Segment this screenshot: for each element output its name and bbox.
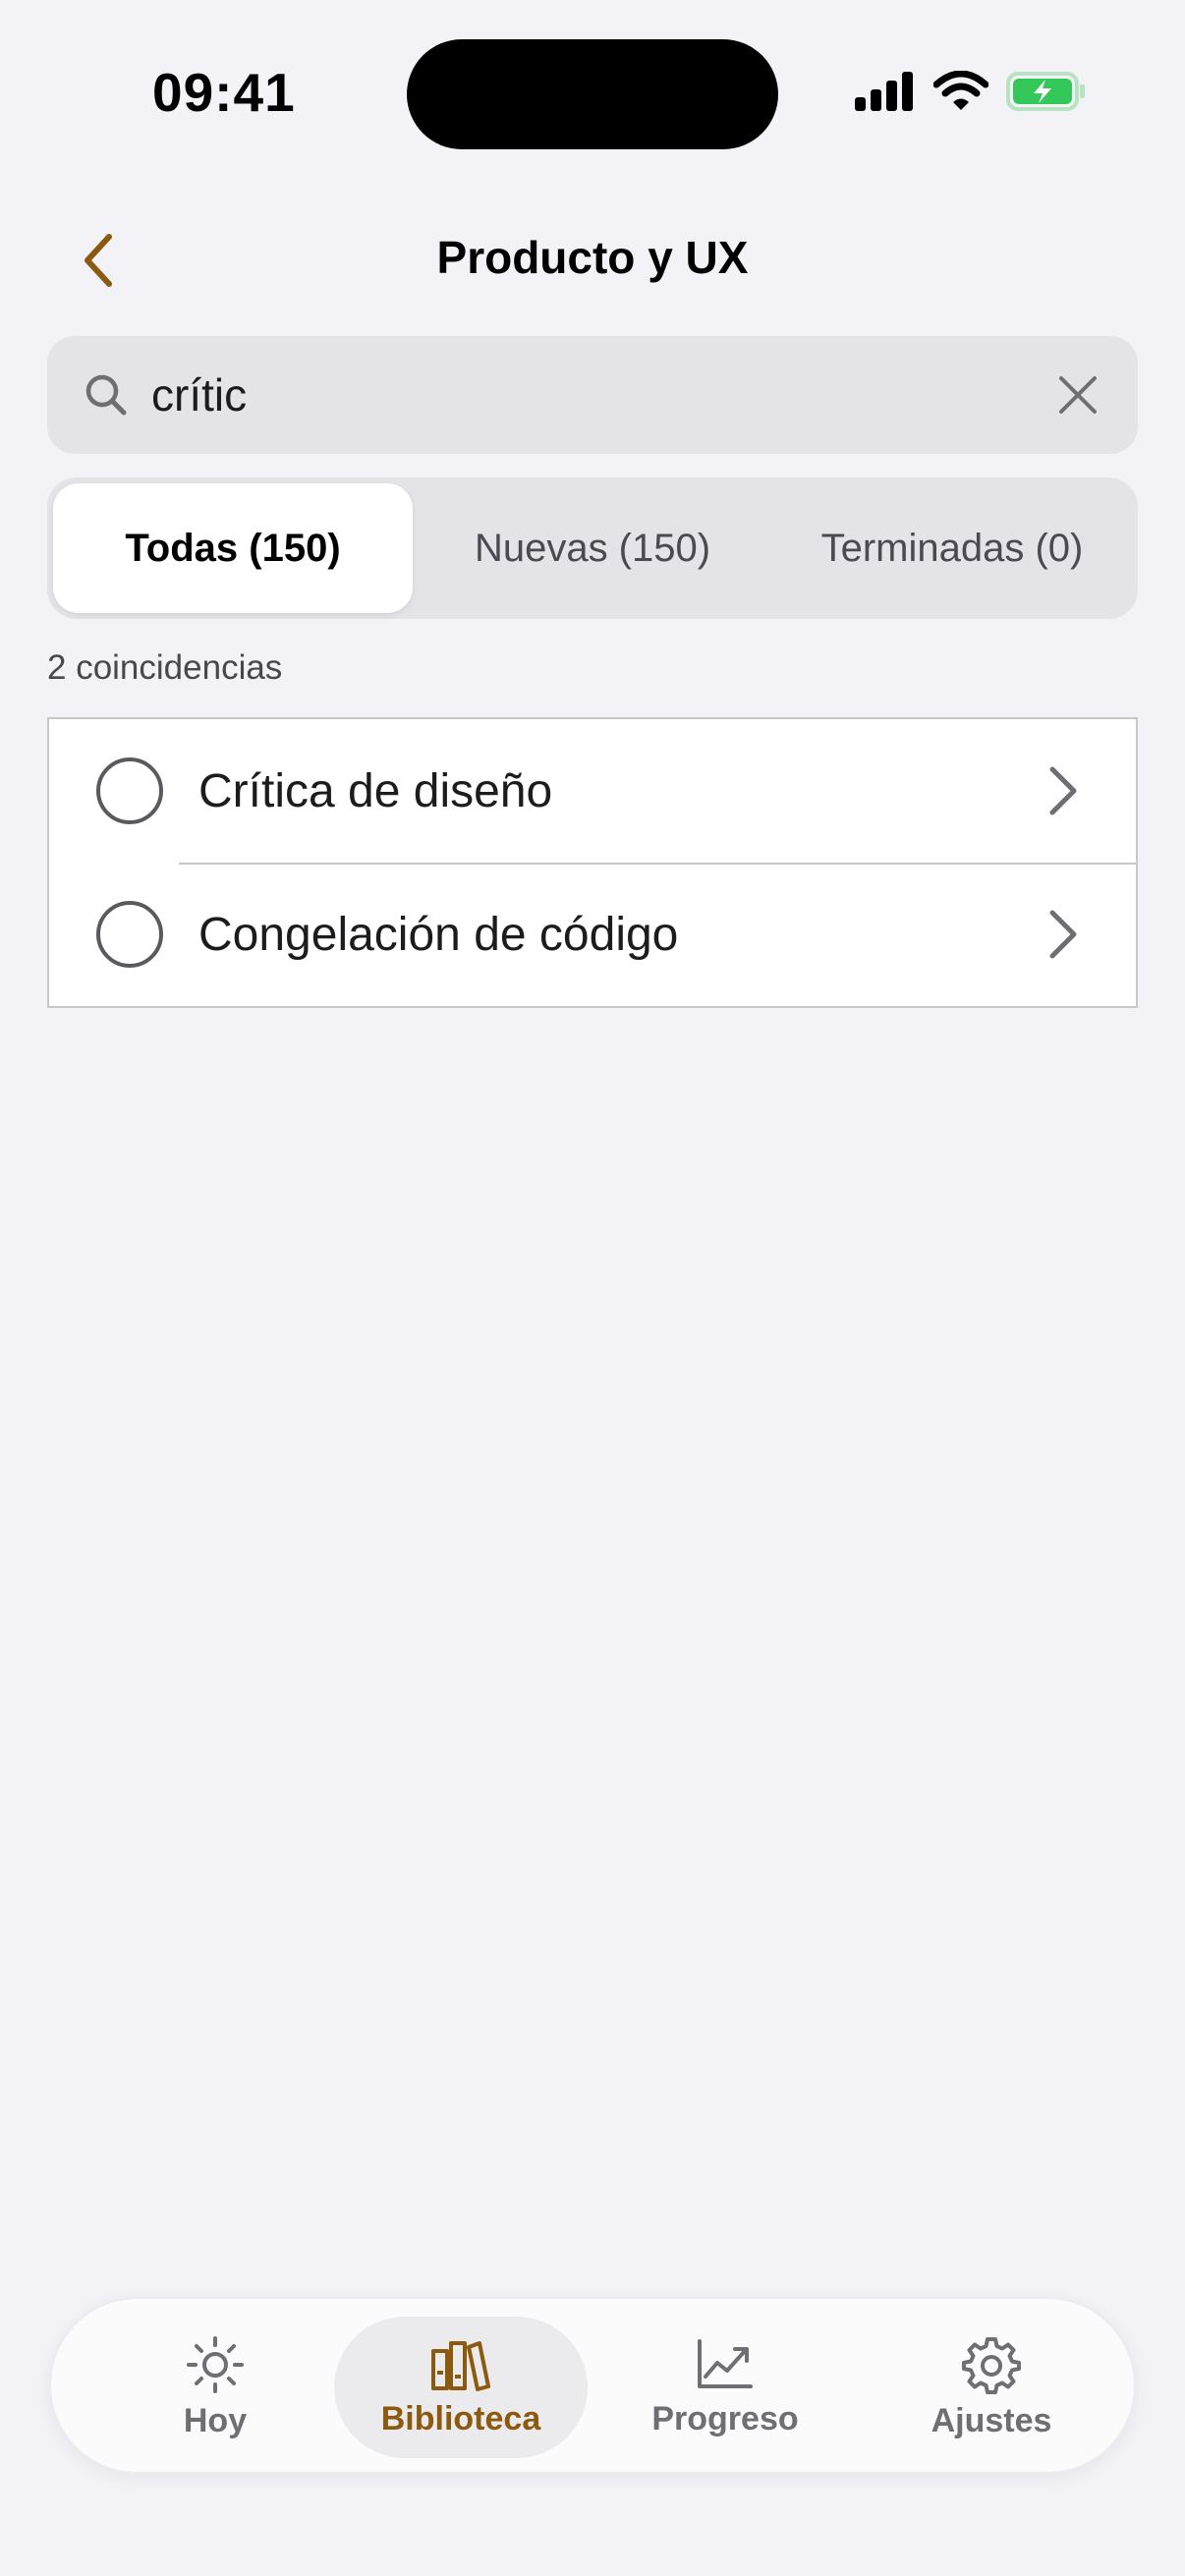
tab-label: Progreso <box>651 2399 799 2437</box>
gear-icon <box>962 2336 1021 2394</box>
tab-today[interactable]: Hoy <box>88 2317 342 2458</box>
search-icon <box>85 374 127 416</box>
search-field[interactable]: crític <box>47 336 1138 454</box>
chart-icon <box>698 2338 753 2388</box>
match-count: 2 coincidencias <box>47 648 283 687</box>
checkbox-circle-icon[interactable] <box>96 757 163 824</box>
close-icon <box>1059 376 1097 414</box>
list-item-label: Congelación de código <box>198 908 679 961</box>
checkbox-circle-icon[interactable] <box>96 901 163 968</box>
segment-all[interactable]: Todas (150) <box>53 483 413 613</box>
list-item[interactable]: Crítica de diseño <box>49 719 1136 863</box>
list-item[interactable]: Congelación de código <box>49 863 1136 1006</box>
chevron-right-icon <box>1034 761 1093 820</box>
list-item-label: Crítica de diseño <box>198 764 553 817</box>
tab-settings[interactable]: Ajustes <box>865 2317 1118 2458</box>
tab-bar: Hoy Biblioteca Progreso Ajustes <box>49 2297 1136 2474</box>
battery-icon <box>1006 72 1085 111</box>
tab-label: Hoy <box>183 2401 248 2439</box>
tab-label: Ajustes <box>931 2401 1052 2439</box>
tab-label: Biblioteca <box>380 2399 541 2437</box>
sun-icon <box>187 2335 244 2393</box>
results-list: Crítica de diseño Congelación de código <box>47 717 1138 1008</box>
clear-search-button[interactable] <box>1044 361 1112 429</box>
chevron-right-icon <box>1034 905 1093 964</box>
dynamic-island <box>407 39 778 149</box>
books-icon <box>431 2340 490 2391</box>
search-input[interactable]: crític <box>151 368 1044 421</box>
signal-icon <box>855 72 913 111</box>
page-title: Producto y UX <box>436 232 749 283</box>
tab-library[interactable]: Biblioteca <box>334 2317 588 2458</box>
wifi-icon <box>933 71 988 110</box>
segment-new[interactable]: Nuevas (150) <box>413 483 772 613</box>
segment-finished[interactable]: Terminadas (0) <box>772 483 1132 613</box>
tab-progress[interactable]: Progreso <box>598 2317 852 2458</box>
status-time: 09:41 <box>152 62 296 123</box>
filter-segmented-control: Todas (150) Nuevas (150) Terminadas (0) <box>47 477 1138 619</box>
status-icons <box>855 71 1087 112</box>
